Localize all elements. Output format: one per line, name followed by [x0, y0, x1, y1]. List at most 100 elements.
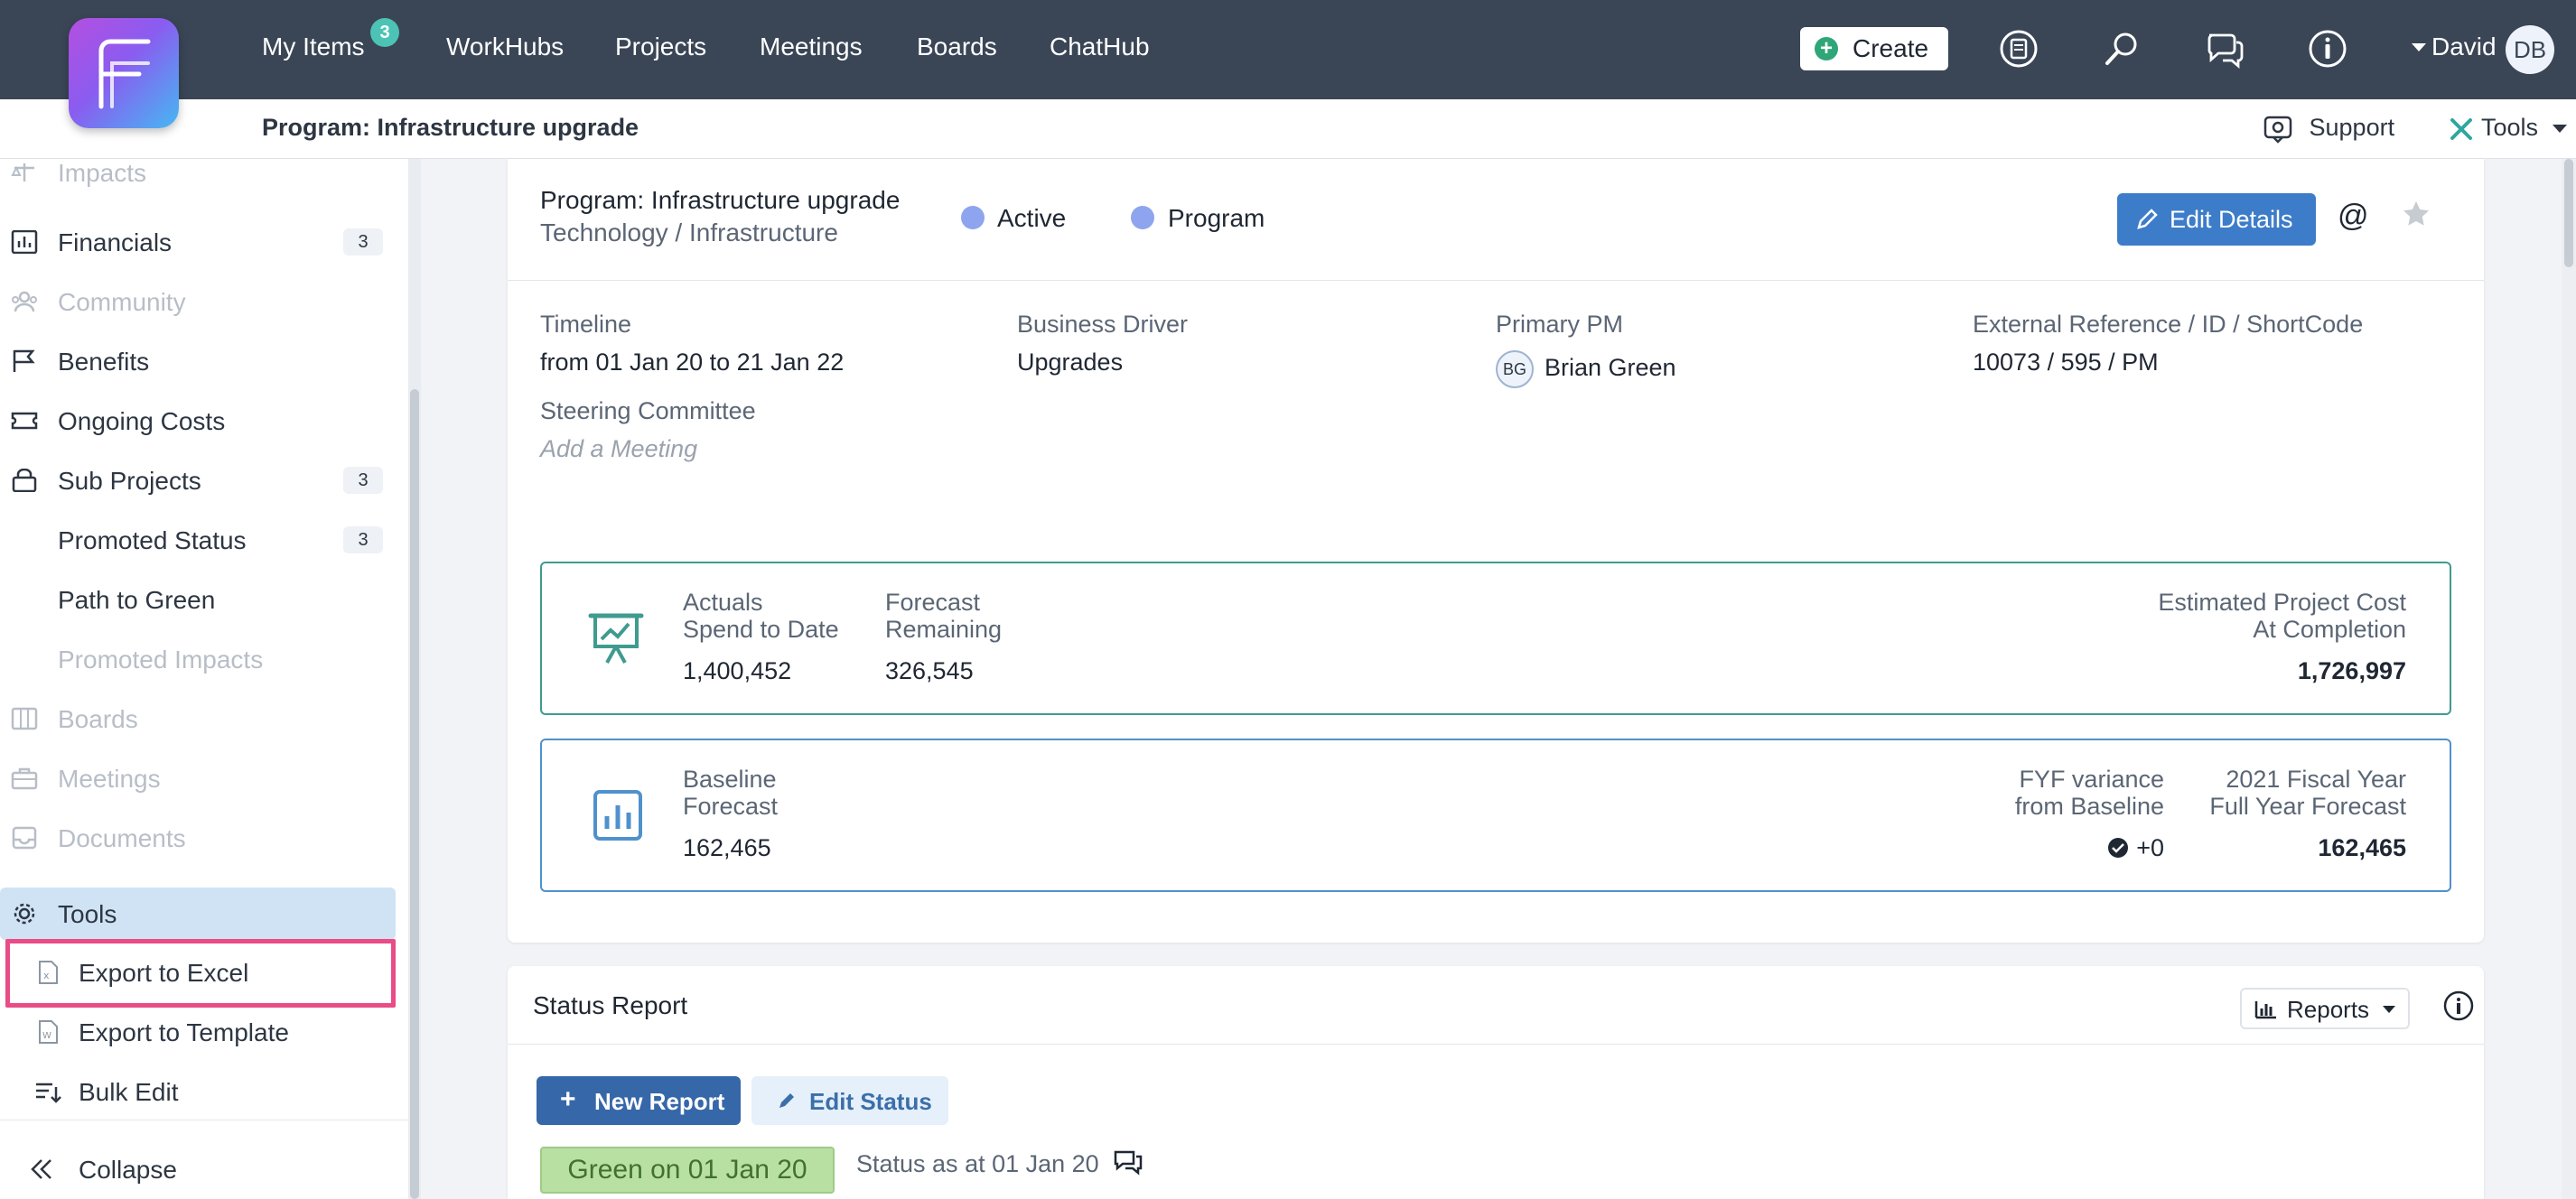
baseline-forecast-box: Baseline Forecast 162,465 FYF variance f…	[540, 739, 2451, 892]
inbox-icon	[12, 826, 37, 850]
my-items-badge: 3	[370, 18, 399, 47]
top-nav-bar: My Items 3 WorkHubs Projects Meetings Bo…	[0, 0, 2576, 99]
status-report-title: Status Report	[533, 991, 688, 1019]
info-icon[interactable]	[2442, 990, 2475, 1022]
info-icon[interactable]	[2307, 28, 2348, 70]
sidebar-scrollbar-thumb[interactable]	[410, 389, 419, 1199]
briefcase-icon	[11, 767, 38, 790]
project-summary-card: Program: Infrastructure upgrade Technolo…	[508, 159, 2484, 943]
reports-icon[interactable]	[1998, 28, 2039, 70]
fyf-variance-label: FYF variance from Baseline	[2015, 766, 2164, 820]
external-reference-label: External Reference / ID / ShortCode	[1973, 311, 2364, 338]
fy-label-line-2: Full Year Forecast	[2209, 793, 2406, 820]
sidebar-item-sub-projects[interactable]: Sub Projects 3	[0, 456, 397, 505]
plus-icon: +	[1815, 37, 1838, 60]
app-logo[interactable]	[69, 18, 179, 128]
sidebar-item-impacts[interactable]: Impacts	[0, 159, 397, 197]
pencil-icon	[2137, 209, 2158, 229]
sidebar-item-boards[interactable]: Boards	[0, 694, 397, 743]
new-report-button[interactable]: + New Report	[537, 1076, 741, 1125]
star-icon[interactable]	[2401, 199, 2431, 229]
sidebar-item-community[interactable]: Community	[0, 277, 397, 326]
eac-label: Estimated Project Cost At Completion	[2158, 589, 2406, 643]
add-meeting-link[interactable]: Add a Meeting	[540, 435, 697, 463]
nav-my-items-label: My Items	[262, 33, 365, 60]
sidebar-item-tools[interactable]: Tools	[0, 888, 396, 940]
user-avatar[interactable]: DB	[2506, 25, 2554, 74]
sidebar-item-export-to-template[interactable]: W Export to Template	[0, 1008, 397, 1056]
sidebar-item-benefits[interactable]: Benefits	[0, 337, 397, 386]
forecast-remaining-label: Forecast Remaining	[885, 589, 1002, 643]
create-label: Create	[1853, 34, 1929, 62]
sidebar-item-label: Impacts	[58, 159, 147, 187]
user-menu-caret-icon[interactable]	[2412, 43, 2426, 51]
create-button[interactable]: + Create	[1800, 27, 1948, 70]
nav-chathub[interactable]: ChatHub	[1050, 33, 1150, 61]
primary-pm-value[interactable]: Brian Green	[1545, 354, 1676, 382]
tools-menu[interactable]: Tools	[2448, 114, 2567, 143]
mention-icon[interactable]: @	[2338, 199, 2369, 234]
chat-icon[interactable]	[2204, 28, 2245, 70]
double-chevron-left-icon	[31, 1159, 51, 1179]
main-scrollbar-thumb[interactable]	[2564, 159, 2573, 267]
app-logo-icon	[98, 39, 151, 109]
sidebar-item-label: Export to Template	[79, 1018, 289, 1046]
svg-text:W: W	[42, 1031, 51, 1041]
sidebar-item-promoted-impacts[interactable]: Promoted Impacts	[0, 635, 397, 683]
sidebar-item-label: Sub Projects	[58, 467, 201, 495]
sidebar-item-label: Boards	[58, 705, 138, 733]
status-as-at: Status as at 01 Jan 20	[856, 1150, 1099, 1177]
pencil-icon	[779, 1093, 794, 1108]
search-icon[interactable]	[2101, 28, 2142, 70]
fiscal-year-label: 2021 Fiscal Year Full Year Forecast	[2209, 766, 2406, 820]
edit-status-button[interactable]: Edit Status	[751, 1076, 948, 1125]
support-icon	[2263, 116, 2292, 144]
fyf-label-line-1: FYF variance	[2019, 766, 2164, 793]
sidebar-item-bulk-edit[interactable]: Bulk Edit	[0, 1067, 397, 1116]
fyf-label-line-2: from Baseline	[2014, 793, 2164, 820]
status-chip: Green on 01 Jan 20	[540, 1147, 835, 1194]
user-name[interactable]: David	[2431, 33, 2497, 61]
status-report-card: Status Report Reports + New Report Edit …	[508, 966, 2484, 1199]
main-scrollbar[interactable]	[2562, 159, 2576, 1199]
sidebar-item-label: Community	[58, 288, 186, 316]
nav-meetings[interactable]: Meetings	[760, 33, 863, 61]
nav-workhubs[interactable]: WorkHubs	[446, 33, 564, 61]
sidebar-item-label: Ongoing Costs	[58, 407, 226, 435]
sidebar-item-financials[interactable]: Financials 3	[0, 218, 397, 266]
external-reference-value: 10073 / 595 / PM	[1973, 349, 2159, 376]
people-icon	[12, 291, 37, 312]
sidebar-item-meetings[interactable]: Meetings	[0, 754, 397, 803]
collapse-button[interactable]: Collapse	[0, 1145, 397, 1194]
tools-menu-label: Tools	[2481, 114, 2539, 141]
presentation-chart-icon	[588, 613, 644, 664]
sidebar-item-ongoing-costs[interactable]: Ongoing Costs	[0, 396, 397, 445]
export-to-excel-highlight	[5, 939, 396, 1008]
sidebar-item-label: Meetings	[58, 765, 161, 793]
type-dot-icon	[1131, 206, 1154, 229]
nav-my-items[interactable]: My Items	[262, 33, 365, 61]
nav-boards[interactable]: Boards	[917, 33, 997, 61]
new-report-label: New Report	[594, 1088, 725, 1115]
sidebar-item-path-to-green[interactable]: Path to Green	[0, 575, 397, 624]
sidebar-item-promoted-status[interactable]: Promoted Status 3	[0, 516, 397, 564]
nav-projects[interactable]: Projects	[615, 33, 706, 61]
sub-header: Program: Infrastructure upgrade Support …	[0, 99, 2576, 159]
support-link[interactable]: Support	[2263, 114, 2394, 144]
comments-icon[interactable]	[1113, 1148, 1143, 1177]
fiscal-year-value: 162,465	[2318, 834, 2406, 861]
steering-committee-label: Steering Committee	[540, 397, 756, 424]
bar-chart-small-icon	[2254, 1001, 2276, 1019]
bar-chart-icon	[593, 790, 642, 841]
sidebar-item-label: Financials	[58, 228, 173, 256]
reports-dropdown[interactable]: Reports	[2240, 988, 2410, 1029]
sidebar-item-label: Benefits	[58, 348, 150, 376]
sidebar-item-documents[interactable]: Documents	[0, 813, 397, 862]
baseline-label-line-1: Baseline	[683, 766, 777, 793]
status-dot-icon	[961, 206, 985, 229]
edit-details-button[interactable]: Edit Details	[2117, 193, 2316, 246]
sidebar-scrollbar[interactable]	[408, 159, 421, 1199]
edit-status-label: Edit Status	[809, 1088, 932, 1115]
sidebar-item-label: Tools	[58, 900, 117, 928]
baseline-value: 162,465	[683, 834, 771, 861]
